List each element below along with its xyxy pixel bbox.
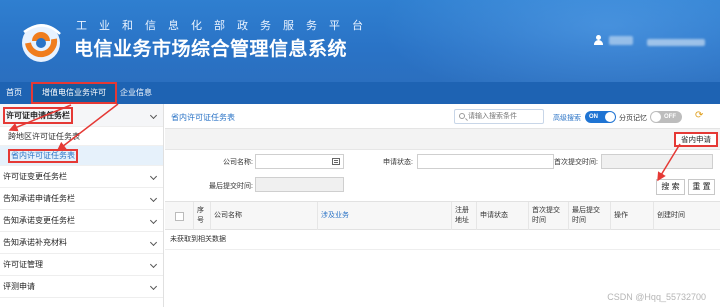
column-header-label: 序号	[197, 207, 204, 224]
nav-item-value-added-license[interactable]: 增值电信业务许可	[31, 82, 117, 104]
reset-button[interactable]: 重 置	[688, 179, 715, 195]
user-org-redacted	[647, 39, 705, 46]
main-toolbar: 省内许可证任务表 高级搜索 ON 分页记忆 OFF ⟳	[165, 104, 720, 129]
column-header-label: 公司名称	[214, 212, 242, 219]
chevron-down-icon	[149, 282, 158, 291]
select-all-checkbox[interactable]	[174, 211, 184, 221]
org-name: 工业和信息化部政务服务平台	[76, 20, 375, 32]
sidebar-item-license-change[interactable]: 许可证变更任务栏	[0, 166, 163, 188]
column-header-last-submit[interactable]: 最后提交时间	[568, 202, 610, 230]
column-header-action: 操作	[610, 202, 653, 230]
toggle-on-label: ON	[589, 114, 598, 120]
sidebar-item-label: 许可证变更任务栏	[3, 172, 67, 181]
column-header-address[interactable]: 注册地址	[451, 202, 476, 230]
column-header-label: 注册地址	[455, 207, 469, 224]
sidebar-sub-cross-region[interactable]: 跨地区许可证任务表	[0, 127, 163, 146]
sidebar: 许可证申请任务栏 跨地区许可证任务表 省内许可证任务表 许可证变更任务栏 告知承…	[0, 104, 164, 307]
sidebar-item-license-manage[interactable]: 许可证管理	[0, 254, 163, 276]
column-header-label: 最后提交时间	[572, 207, 600, 224]
column-header-created[interactable]: 创建时间	[653, 202, 720, 230]
sidebar-item-label: 告知承诺申请任务栏	[3, 194, 75, 203]
apply-status-select[interactable]	[417, 154, 554, 169]
user-icon[interactable]	[594, 35, 603, 45]
search-button[interactable]: 搜 索	[656, 179, 685, 195]
column-header-label: 操作	[614, 212, 628, 219]
column-header-label: 申请状态	[480, 212, 508, 219]
company-name-label: 公司名称:	[223, 159, 253, 166]
sidebar-item-evaluation[interactable]: 评测申请	[0, 276, 163, 298]
sidebar-item-notice-supplement[interactable]: 告知承诺补充材料	[0, 232, 163, 254]
toggle-knob	[605, 112, 615, 122]
select-all-cell	[165, 202, 193, 230]
task-table: 序号 公司名称 涉及业务 注册地址 申请状态 首次提交时间 最后提交时间 操作 …	[165, 201, 720, 250]
sidebar-sub-label: 省内许可证任务表	[8, 149, 78, 163]
chevron-down-icon	[149, 238, 158, 247]
advanced-search-link[interactable]: 高级搜索	[553, 113, 581, 123]
first-submit-time-field[interactable]	[601, 154, 713, 169]
watermark: CSDN @Hqq_55732700	[607, 292, 706, 302]
nav-item-company-info[interactable]: 企业信息	[114, 82, 158, 104]
toggle-knob	[651, 112, 661, 122]
chevron-down-icon	[149, 172, 158, 181]
sidebar-item-label: 许可证管理	[3, 260, 43, 269]
page-title: 省内许可证任务表	[171, 113, 235, 122]
sidebar-item-label: 告知承诺补充材料	[3, 238, 67, 247]
column-header-status[interactable]: 申请状态	[476, 202, 528, 230]
company-name-field[interactable]	[255, 154, 344, 169]
refresh-icon[interactable]: ⟳	[695, 110, 703, 121]
column-header-index[interactable]: 序号	[193, 202, 210, 230]
page-memory-toggle[interactable]: OFF	[650, 111, 682, 123]
system-title: 电信业务市场综合管理信息系统	[74, 39, 348, 60]
last-submit-time-field[interactable]	[255, 177, 344, 192]
table-header: 序号 公司名称 涉及业务 注册地址 申请状态 首次提交时间 最后提交时间 操作 …	[165, 202, 720, 230]
sidebar-item-notice-change[interactable]: 告知承诺变更任务栏	[0, 210, 163, 232]
top-nav: 首页 增值电信业务许可 企业信息	[0, 82, 720, 104]
provincial-apply-button[interactable]: 省内申请	[674, 132, 718, 147]
chevron-up-icon	[149, 111, 158, 120]
chevron-down-icon	[149, 260, 158, 269]
sidebar-item-notice-apply[interactable]: 告知承诺申请任务栏	[0, 188, 163, 210]
sidebar-item-license-apply[interactable]: 许可证申请任务栏	[0, 104, 163, 127]
column-header-company[interactable]: 公司名称	[210, 202, 317, 230]
last-submit-time-label: 最后提交时间:	[209, 183, 253, 190]
chevron-down-icon	[149, 194, 158, 203]
user-info[interactable]	[594, 35, 633, 45]
chevron-down-icon	[149, 216, 158, 225]
column-header-label: 创建时间	[657, 212, 685, 219]
sidebar-sub-provincial[interactable]: 省内许可证任务表	[0, 146, 163, 166]
column-header-label: 涉及业务	[321, 212, 349, 219]
id-card-icon[interactable]	[332, 158, 340, 165]
apply-status-label: 申请状态:	[383, 159, 413, 166]
column-header-business[interactable]: 涉及业务	[317, 202, 451, 230]
search-box[interactable]	[454, 109, 544, 124]
app-header: 工业和信息化部政务服务平台 电信业务市场综合管理信息系统	[0, 0, 720, 82]
column-header-first-submit[interactable]: 首次提交时间	[528, 202, 568, 230]
sidebar-item-label: 许可证申请任务栏	[3, 107, 73, 124]
nav-item-home[interactable]: 首页	[0, 82, 28, 104]
username-redacted	[609, 35, 633, 45]
action-bar: 省内申请	[165, 129, 720, 150]
table-empty-message: 未获取到相关数据	[165, 230, 720, 250]
main-content: 省内许可证任务表 高级搜索 ON 分页记忆 OFF ⟳ 省内申请 公司名称: 申…	[165, 104, 720, 307]
sidebar-item-label: 告知承诺变更任务栏	[3, 216, 75, 225]
page-memory-label: 分页记忆	[619, 115, 647, 122]
search-icon	[459, 113, 465, 119]
sidebar-item-label: 评测申请	[3, 282, 35, 291]
column-header-label: 首次提交时间	[532, 207, 560, 224]
advanced-search-toggle[interactable]: ON	[585, 111, 616, 123]
ministry-logo-icon	[22, 24, 61, 62]
toggle-off-label: OFF	[664, 114, 676, 120]
search-input[interactable]	[468, 111, 542, 122]
first-submit-time-label: 首次提交时间:	[554, 159, 598, 166]
